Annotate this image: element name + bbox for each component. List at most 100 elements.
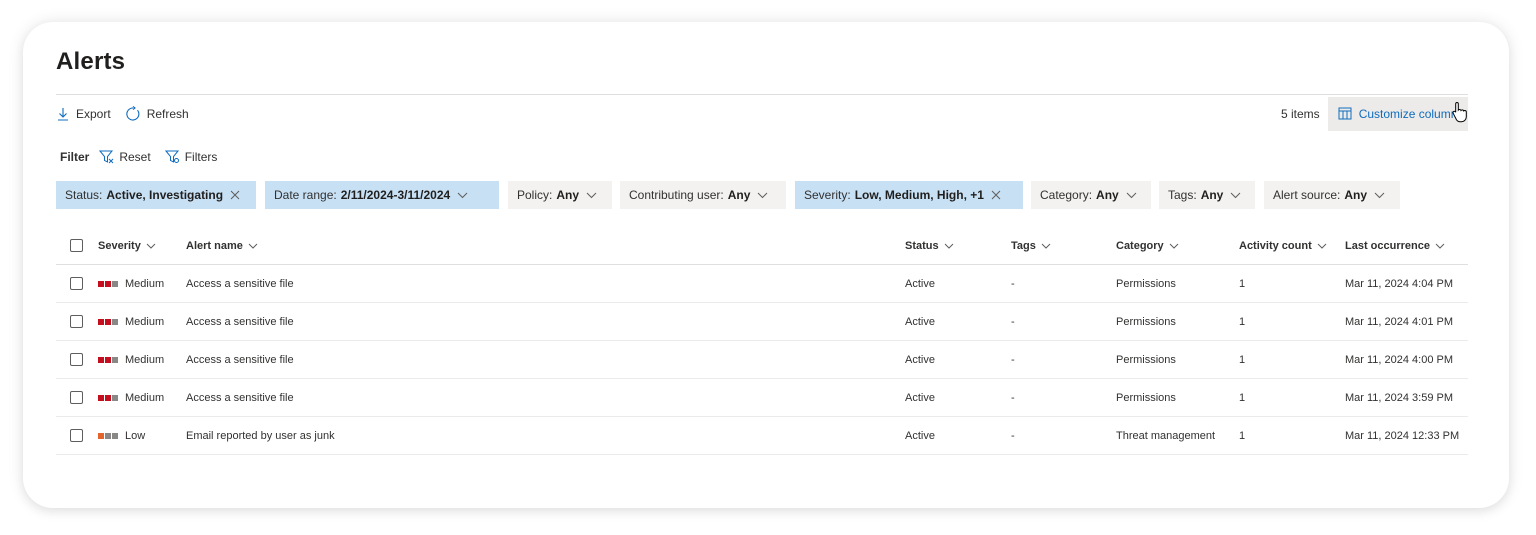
select-all-cell bbox=[56, 227, 98, 265]
severity-cell: Low bbox=[98, 416, 186, 455]
activity-count-cell: 1 bbox=[1239, 416, 1345, 455]
chip-value: Any bbox=[1344, 188, 1368, 202]
category-cell: Permissions bbox=[1116, 378, 1239, 417]
tags-filter-chip[interactable]: Tags: Any bbox=[1159, 181, 1255, 209]
close-icon[interactable] bbox=[230, 190, 240, 200]
table-row[interactable]: Medium Access a sensitive file Active - … bbox=[56, 378, 1468, 417]
severity-medium-icon bbox=[98, 394, 119, 401]
chip-label: Status: bbox=[65, 188, 103, 202]
export-button[interactable]: Export bbox=[56, 107, 111, 121]
last-occurrence-cell: Mar 11, 2024 4:04 PM bbox=[1345, 264, 1468, 303]
column-header-tags[interactable]: Tags bbox=[1011, 227, 1116, 265]
row-checkbox[interactable] bbox=[70, 391, 83, 404]
contributing-user-filter-chip[interactable]: Contributing user: Any bbox=[620, 181, 786, 209]
row-checkbox-cell bbox=[56, 416, 98, 455]
row-checkbox[interactable] bbox=[70, 429, 83, 442]
column-header-category[interactable]: Category bbox=[1116, 227, 1239, 265]
chip-value: Any bbox=[556, 188, 580, 202]
column-header-last-occurrence[interactable]: Last occurrence bbox=[1345, 227, 1468, 265]
table-header-row: Severity Alert name Status Tags Category… bbox=[56, 227, 1468, 265]
select-all-checkbox[interactable] bbox=[70, 239, 83, 252]
right-toolbar: 5 items Customize columns bbox=[1240, 97, 1468, 131]
download-icon bbox=[58, 108, 68, 121]
table-row[interactable]: Medium Access a sensitive file Active - … bbox=[56, 302, 1468, 341]
column-header-activity-count[interactable]: Activity count bbox=[1239, 227, 1345, 265]
category-cell: Threat management bbox=[1116, 416, 1239, 455]
severity-text: Low bbox=[125, 429, 146, 442]
status-cell: Active bbox=[905, 340, 1011, 379]
column-header-label: Last occurrence bbox=[1345, 239, 1430, 252]
activity-count-cell: 1 bbox=[1239, 264, 1345, 303]
chevron-down-icon bbox=[944, 243, 953, 249]
table-row[interactable]: Low Email reported by user as junk Activ… bbox=[56, 416, 1468, 455]
filters-button[interactable]: Filters bbox=[164, 150, 218, 164]
date-range-filter-chip[interactable]: Date range: 2/11/2024-3/11/2024 bbox=[265, 181, 499, 209]
column-header-label: Activity count bbox=[1239, 239, 1312, 252]
severity-cell: Medium bbox=[98, 340, 186, 379]
severity-filter-chip[interactable]: Severity: Low, Medium, High, +1 bbox=[795, 181, 1023, 209]
chip-value: 2/11/2024-3/11/2024 bbox=[340, 188, 451, 202]
table-row[interactable]: Medium Access a sensitive file Active - … bbox=[56, 340, 1468, 379]
chip-value: Any bbox=[1200, 188, 1224, 202]
column-header-alert-name[interactable]: Alert name bbox=[186, 227, 905, 265]
row-checkbox[interactable] bbox=[70, 277, 83, 290]
column-header-status[interactable]: Status bbox=[905, 227, 1011, 265]
tags-cell: - bbox=[1011, 302, 1116, 341]
severity-cell: Medium bbox=[98, 264, 186, 303]
chip-label: Policy: bbox=[517, 188, 553, 202]
last-occurrence-cell: Mar 11, 2024 12:33 PM bbox=[1345, 416, 1468, 455]
column-header-label: Category bbox=[1116, 239, 1164, 252]
policy-filter-chip[interactable]: Policy: Any bbox=[508, 181, 612, 209]
hand-cursor-icon bbox=[1452, 101, 1467, 123]
last-occurrence-cell: Mar 11, 2024 3:59 PM bbox=[1345, 378, 1468, 417]
customize-columns-label: Customize columns bbox=[1358, 107, 1464, 121]
alerts-table: Severity Alert name Status Tags Category… bbox=[56, 227, 1468, 455]
refresh-button[interactable]: Refresh bbox=[125, 106, 189, 122]
filter-settings-icon bbox=[164, 150, 179, 163]
chevron-down-icon bbox=[146, 243, 156, 249]
category-cell: Permissions bbox=[1116, 302, 1239, 341]
chip-label: Severity: bbox=[804, 188, 851, 202]
alert-name-cell: Access a sensitive file bbox=[186, 340, 905, 379]
row-checkbox[interactable] bbox=[70, 353, 83, 366]
chevron-down-icon bbox=[1435, 243, 1445, 249]
alert-name-cell: Access a sensitive file bbox=[186, 264, 905, 303]
items-count: 5 items bbox=[1281, 107, 1320, 121]
close-icon[interactable] bbox=[991, 190, 1001, 200]
filter-clear-icon bbox=[99, 150, 114, 164]
severity-text: Medium bbox=[125, 353, 165, 366]
reset-filters-button[interactable]: Reset bbox=[99, 150, 151, 164]
refresh-label: Refresh bbox=[146, 107, 189, 121]
severity-text: Medium bbox=[125, 315, 165, 328]
last-occurrence-cell: Mar 11, 2024 4:00 PM bbox=[1345, 340, 1468, 379]
row-checkbox-cell bbox=[56, 264, 98, 303]
row-checkbox-cell bbox=[56, 378, 98, 417]
chip-value: Any bbox=[727, 188, 751, 202]
status-filter-chip[interactable]: Status: Active, Investigating bbox=[56, 181, 256, 209]
customize-columns-button[interactable]: Customize columns bbox=[1327, 97, 1468, 131]
chevron-down-icon bbox=[1374, 192, 1385, 199]
alert-source-filter-chip[interactable]: Alert source: Any bbox=[1264, 181, 1400, 209]
command-bar: Export Refresh bbox=[56, 104, 203, 124]
column-header-label: Status bbox=[905, 239, 939, 252]
table-row[interactable]: Medium Access a sensitive file Active - … bbox=[56, 264, 1468, 303]
chevron-down-icon bbox=[1230, 192, 1241, 199]
alert-name-cell: Email reported by user as junk bbox=[186, 416, 905, 455]
chevron-down-icon bbox=[586, 192, 597, 199]
filters-label: Filters bbox=[184, 150, 218, 164]
chip-value: Low, Medium, High, +1 bbox=[854, 188, 984, 202]
column-header-severity[interactable]: Severity bbox=[98, 227, 186, 265]
activity-count-cell: 1 bbox=[1239, 340, 1345, 379]
severity-text: Medium bbox=[125, 277, 165, 290]
columns-icon bbox=[1338, 107, 1352, 120]
severity-cell: Medium bbox=[98, 378, 186, 417]
row-checkbox[interactable] bbox=[70, 315, 83, 328]
chevron-down-icon bbox=[1041, 243, 1051, 249]
alert-name-cell: Access a sensitive file bbox=[186, 302, 905, 341]
chip-label: Tags: bbox=[1168, 188, 1197, 202]
category-filter-chip[interactable]: Category: Any bbox=[1031, 181, 1151, 209]
row-checkbox-cell bbox=[56, 302, 98, 341]
activity-count-cell: 1 bbox=[1239, 378, 1345, 417]
status-cell: Active bbox=[905, 264, 1011, 303]
severity-medium-icon bbox=[98, 280, 119, 287]
